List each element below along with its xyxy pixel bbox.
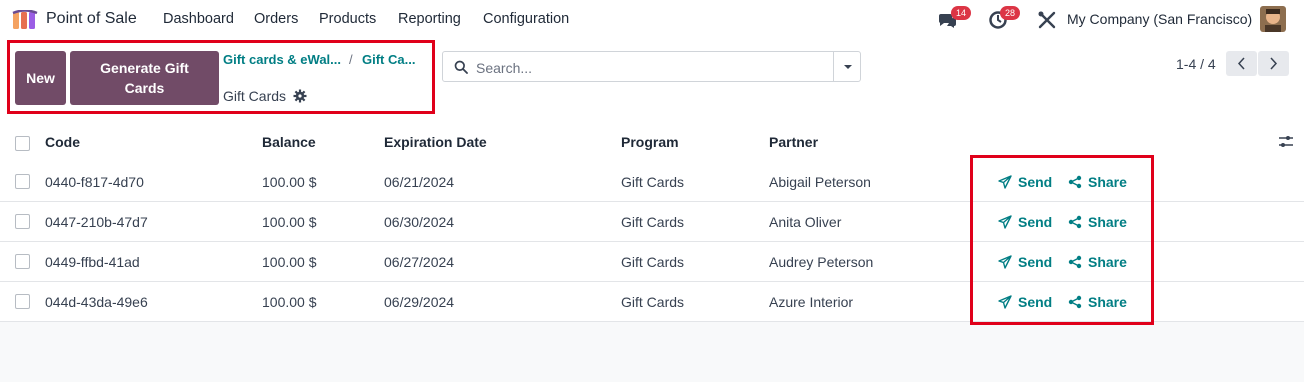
paper-plane-icon [998, 175, 1012, 189]
cell-expiration: 06/27/2024 [384, 254, 455, 270]
share-button[interactable]: Share [1068, 214, 1127, 230]
navbar: Point of Sale Dashboard Orders Products … [0, 0, 1304, 40]
search-options-toggle[interactable] [833, 52, 862, 81]
menu-configuration[interactable]: Configuration [483, 11, 569, 27]
gear-icon[interactable] [293, 89, 307, 103]
paper-plane-icon [998, 295, 1012, 309]
cell-program: Gift Cards [621, 174, 685, 190]
messages-badge: 14 [951, 6, 972, 20]
column-balance[interactable]: Balance [262, 134, 316, 150]
cell-balance: 100.00 $ [262, 254, 317, 270]
tools-icon[interactable] [1037, 10, 1057, 30]
app-name[interactable]: Point of Sale [46, 10, 137, 28]
row-checkbox[interactable] [15, 254, 30, 269]
cell-balance: 100.00 $ [262, 294, 317, 310]
pager-next-button[interactable] [1258, 51, 1289, 76]
share-button[interactable]: Share [1068, 294, 1127, 310]
table-row[interactable]: 0440-f817-4d70 100.00 $ 06/21/2024 Gift … [0, 162, 1304, 202]
share-button[interactable]: Share [1068, 254, 1127, 270]
company-switcher[interactable]: My Company (San Francisco) [1067, 11, 1252, 27]
menu-reporting[interactable]: Reporting [398, 11, 461, 27]
cell-code: 0447-210b-47d7 [45, 214, 148, 230]
chevron-right-icon [1270, 57, 1278, 70]
cell-partner: Audrey Peterson [769, 254, 874, 270]
user-avatar[interactable] [1260, 6, 1286, 32]
table-row[interactable]: 044d-43da-49e6 100.00 $ 06/29/2024 Gift … [0, 282, 1304, 322]
share-label: Share [1088, 214, 1127, 230]
search-bar [442, 51, 861, 82]
column-expiration-date[interactable]: Expiration Date [384, 134, 487, 150]
new-button[interactable]: New [15, 51, 66, 105]
cell-code: 0449-ffbd-41ad [45, 254, 140, 270]
optional-columns-icon[interactable] [1278, 134, 1294, 150]
send-label: Send [1018, 254, 1053, 270]
generate-label-line2: Cards [124, 80, 165, 96]
send-label: Send [1018, 214, 1053, 230]
generate-gift-cards-button[interactable]: Generate Gift Cards [70, 51, 219, 105]
share-icon [1068, 295, 1082, 309]
breadcrumb-separator: / [349, 52, 353, 67]
cell-program: Gift Cards [621, 214, 685, 230]
page-title: Gift Cards [223, 88, 287, 104]
generate-label-line1: Generate Gift [100, 60, 189, 76]
column-partner[interactable]: Partner [769, 134, 818, 150]
cell-balance: 100.00 $ [262, 174, 317, 190]
share-button[interactable]: Share [1068, 174, 1127, 190]
cell-program: Gift Cards [621, 294, 685, 310]
breadcrumb-gift-cards-ewallet[interactable]: Gift cards & eWal... [223, 52, 341, 67]
share-icon [1068, 175, 1082, 189]
menu-dashboard[interactable]: Dashboard [163, 11, 234, 27]
send-button[interactable]: Send [998, 174, 1052, 190]
column-code[interactable]: Code [45, 134, 80, 150]
share-label: Share [1088, 174, 1127, 190]
select-all-checkbox[interactable] [15, 136, 30, 151]
send-button[interactable]: Send [998, 294, 1052, 310]
share-icon [1068, 255, 1082, 269]
paper-plane-icon [998, 255, 1012, 269]
activities-badge: 28 [1000, 6, 1021, 20]
cell-partner: Abigail Peterson [769, 174, 871, 190]
list-header: Code Balance Expiration Date Program Par… [0, 122, 1304, 163]
share-icon [1068, 215, 1082, 229]
send-button[interactable]: Send [998, 254, 1052, 270]
row-checkbox[interactable] [15, 214, 30, 229]
menu-products[interactable]: Products [319, 11, 376, 27]
control-panel: New Generate Gift Cards Gift cards & eWa… [0, 40, 1304, 123]
row-checkbox[interactable] [15, 174, 30, 189]
cell-code: 044d-43da-49e6 [45, 294, 148, 310]
search-input[interactable] [474, 57, 833, 79]
cell-partner: Anita Oliver [769, 214, 842, 230]
chevron-left-icon [1237, 57, 1245, 70]
share-label: Share [1088, 294, 1127, 310]
table-row[interactable]: 0447-210b-47d7 100.00 $ 06/30/2024 Gift … [0, 202, 1304, 242]
paper-plane-icon [998, 215, 1012, 229]
cell-program: Gift Cards [621, 254, 685, 270]
search-icon [454, 60, 468, 74]
table-row[interactable]: 0449-ffbd-41ad 100.00 $ 06/27/2024 Gift … [0, 242, 1304, 282]
caret-down-icon [844, 65, 852, 69]
breadcrumb-gift-cards-program[interactable]: Gift Ca... [362, 52, 415, 67]
pager-value[interactable]: 1-4 / 4 [1176, 56, 1216, 72]
send-label: Send [1018, 174, 1053, 190]
cell-code: 0440-f817-4d70 [45, 174, 144, 190]
cell-balance: 100.00 $ [262, 214, 317, 230]
share-label: Share [1088, 254, 1127, 270]
cell-partner: Azure Interior [769, 294, 854, 310]
cell-expiration: 06/29/2024 [384, 294, 455, 310]
send-button[interactable]: Send [998, 214, 1052, 230]
cell-expiration: 06/30/2024 [384, 214, 455, 230]
cell-expiration: 06/21/2024 [384, 174, 455, 190]
row-checkbox[interactable] [15, 294, 30, 309]
menu-orders[interactable]: Orders [254, 11, 298, 27]
column-program[interactable]: Program [621, 134, 679, 150]
pager-previous-button[interactable] [1226, 51, 1257, 76]
pos-app-icon[interactable] [12, 10, 38, 30]
send-label: Send [1018, 294, 1053, 310]
